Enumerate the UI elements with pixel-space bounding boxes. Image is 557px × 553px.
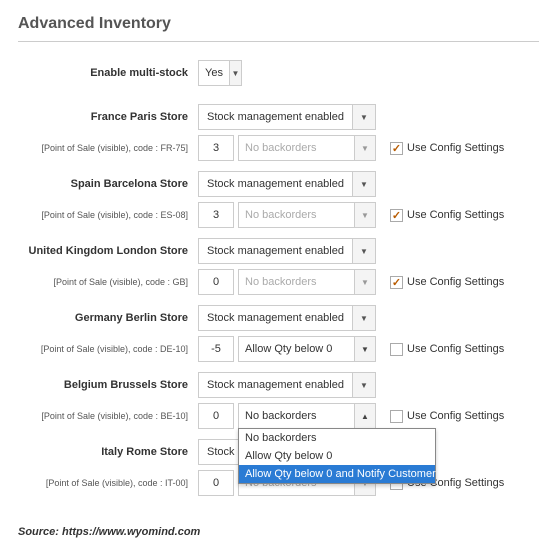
store-block: Belgium Brussels StoreStock management e…: [18, 372, 539, 429]
chevron-up-icon: ▲: [354, 403, 376, 429]
chevron-down-icon: ▼: [229, 60, 242, 86]
chevron-down-icon: ▼: [352, 372, 376, 398]
store-block: France Paris StoreStock management enabl…: [18, 104, 539, 161]
stock-management-select[interactable]: Stock management enabled▼: [198, 372, 376, 398]
store-name-label: Germany Berlin Store: [18, 312, 198, 324]
stock-management-value: Stock management enabled: [198, 238, 352, 264]
use-config-checkbox[interactable]: ✓: [390, 209, 403, 222]
store-block: Spain Barcelona StoreStock management en…: [18, 171, 539, 228]
store-name-label: Italy Rome Store: [18, 446, 198, 458]
chevron-down-icon: ▼: [354, 336, 376, 362]
use-config-label: Use Config Settings: [407, 410, 504, 422]
store-meta: [Point of Sale (visible), code : ES-08]: [18, 210, 198, 220]
store-name-label: United Kingdom London Store: [18, 245, 198, 257]
qty-input[interactable]: [198, 336, 234, 362]
store-meta: [Point of Sale (visible), code : FR-75]: [18, 143, 198, 153]
store-name-label: Belgium Brussels Store: [18, 379, 198, 391]
store-block: Germany Berlin StoreStock management ena…: [18, 305, 539, 362]
use-config-checkbox[interactable]: ✓: [390, 276, 403, 289]
backorder-option[interactable]: Allow Qty below 0: [239, 447, 435, 465]
stock-management-select[interactable]: Stock management enabled▼: [198, 104, 376, 130]
use-config-label: Use Config Settings: [407, 142, 504, 154]
enable-multistock-label: Enable multi-stock: [18, 67, 198, 79]
chevron-down-icon: ▼: [354, 135, 376, 161]
store-meta: [Point of Sale (visible), code : IT-00]: [18, 478, 198, 488]
qty-input[interactable]: [198, 135, 234, 161]
qty-input[interactable]: [198, 269, 234, 295]
enable-multistock-row: Enable multi-stock Yes ▼: [18, 60, 539, 86]
store-name-label: Spain Barcelona Store: [18, 178, 198, 190]
store-name-label: France Paris Store: [18, 111, 198, 123]
enable-multistock-value: Yes: [198, 60, 229, 86]
backorder-value: No backorders: [238, 269, 354, 295]
stock-management-value: Stock management enabled: [198, 104, 352, 130]
enable-multistock-select[interactable]: Yes ▼: [198, 60, 242, 86]
chevron-down-icon: ▼: [352, 305, 376, 331]
store-block: United Kingdom London StoreStock managem…: [18, 238, 539, 295]
page-title: Advanced Inventory: [18, 15, 539, 42]
source-attribution: Source: https://www.wyomind.com: [18, 526, 539, 538]
stock-management-value: Stock management enabled: [198, 171, 352, 197]
backorder-value: Allow Qty below 0: [238, 336, 354, 362]
stock-management-value: Stock management enabled: [198, 372, 352, 398]
use-config-checkbox[interactable]: [390, 410, 403, 423]
backorder-select[interactable]: No backorders▼: [238, 135, 376, 161]
chevron-down-icon: ▼: [354, 269, 376, 295]
use-config-checkbox[interactable]: [390, 343, 403, 356]
chevron-down-icon: ▼: [352, 104, 376, 130]
chevron-down-icon: ▼: [352, 238, 376, 264]
use-config-checkbox[interactable]: ✓: [390, 142, 403, 155]
qty-input[interactable]: [198, 403, 234, 429]
backorder-value: No backorders: [238, 135, 354, 161]
backorder-value: No backorders: [238, 202, 354, 228]
use-config-label: Use Config Settings: [407, 343, 504, 355]
backorder-option[interactable]: No backorders: [239, 429, 435, 447]
stock-management-select[interactable]: Stock management enabled▼: [198, 305, 376, 331]
stock-management-select[interactable]: Stock management enabled▼: [198, 238, 376, 264]
store-meta: [Point of Sale (visible), code : DE-10]: [18, 344, 198, 354]
qty-input[interactable]: [198, 470, 234, 496]
backorder-dropdown: No backordersAllow Qty below 0Allow Qty …: [238, 428, 436, 484]
chevron-down-icon: ▼: [354, 202, 376, 228]
backorder-select[interactable]: Allow Qty below 0▼: [238, 336, 376, 362]
backorder-select[interactable]: No backorders▼: [238, 269, 376, 295]
chevron-down-icon: ▼: [352, 171, 376, 197]
store-meta: [Point of Sale (visible), code : BE-10]: [18, 411, 198, 421]
backorder-option[interactable]: Allow Qty below 0 and Notify Customer: [239, 465, 435, 483]
store-meta: [Point of Sale (visible), code : GB]: [18, 277, 198, 287]
backorder-select[interactable]: No backorders▲No backordersAllow Qty bel…: [238, 403, 376, 429]
use-config-label: Use Config Settings: [407, 276, 504, 288]
stock-management-select[interactable]: Stock management enabled▼: [198, 171, 376, 197]
stock-management-value: Stock management enabled: [198, 305, 352, 331]
qty-input[interactable]: [198, 202, 234, 228]
backorder-value: No backorders: [238, 403, 354, 429]
backorder-select[interactable]: No backorders▼: [238, 202, 376, 228]
use-config-label: Use Config Settings: [407, 209, 504, 221]
